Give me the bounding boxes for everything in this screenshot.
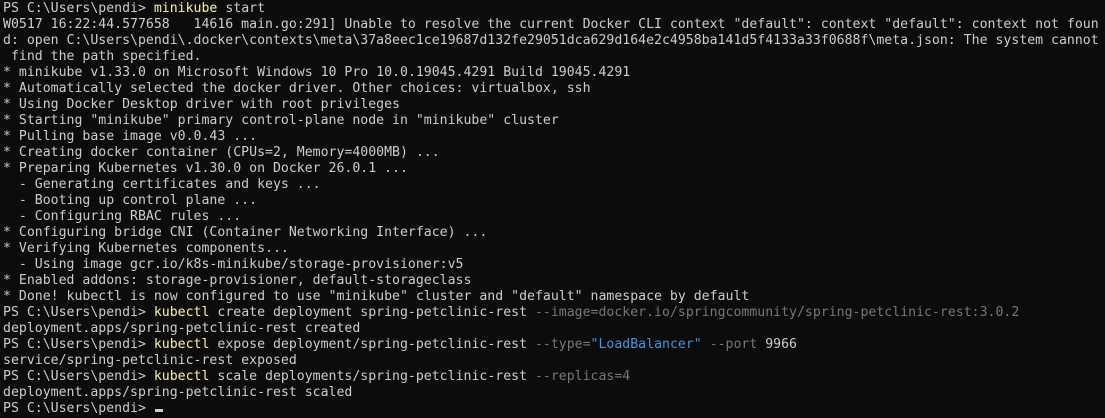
command-name: kubectl [153, 369, 210, 384]
command-flag: --port [701, 337, 766, 352]
command-name: kubectl [153, 305, 210, 320]
output-line: - Booting up control plane ... [3, 193, 258, 208]
output-line: * Preparing Kubernetes v1.30.0 on Docker… [3, 161, 408, 176]
output-line: deployment.apps/spring-petclinic-rest sc… [3, 385, 353, 400]
output-line: * Verifying Kubernetes components... [3, 241, 289, 256]
command-name: minikube [153, 1, 218, 16]
terminal-window[interactable]: PS C:\Users\pendi> minikube start W0517 … [0, 0, 1105, 418]
prompt: PS C:\Users\pendi> [3, 305, 154, 320]
command-flag: --image=docker.io/springcommunity/spring… [534, 305, 1020, 320]
command-args: scale deployments/spring-petclinic-rest [209, 369, 535, 384]
output-line: * Automatically selected the docker driv… [3, 81, 591, 96]
warning-line: d: open C:\Users\pendi\.docker\contexts\… [3, 33, 1099, 48]
warning-line: find the path specified. [3, 49, 202, 64]
output-line: deployment.apps/spring-petclinic-rest cr… [3, 321, 361, 336]
output-line: * Done! kubectl is now configured to use… [3, 289, 750, 304]
command-value: 9966 [765, 337, 797, 352]
command-line-kubectl-scale: PS C:\Users\pendi> kubectl scale deploym… [3, 369, 1105, 385]
command-line-kubectl-create: PS C:\Users\pendi> kubectl create deploy… [3, 305, 1105, 321]
command-flag: --type= [534, 337, 591, 352]
warning-line: W0517 16:22:44.577658 14616 main.go:291]… [3, 17, 1099, 32]
output-line: * Enabled addons: storage-provisioner, d… [3, 273, 472, 288]
output-line: service/spring-petclinic-rest exposed [3, 353, 297, 368]
text-cursor [154, 409, 163, 412]
command-name: kubectl [153, 337, 210, 352]
command-args: start [217, 1, 266, 16]
active-prompt-line[interactable]: PS C:\Users\pendi> [3, 401, 1105, 417]
output-line: * Pulling base image v0.0.43 ... [3, 129, 258, 144]
command-string-value: "LoadBalancer" [590, 337, 702, 352]
prompt: PS C:\Users\pendi> [3, 1, 154, 16]
prompt: PS C:\Users\pendi> [3, 369, 154, 384]
output-line: - Configuring RBAC rules ... [3, 209, 242, 224]
command-line-kubectl-expose: PS C:\Users\pendi> kubectl expose deploy… [3, 337, 1105, 353]
output-line: * Creating docker container (CPUs=2, Mem… [3, 145, 440, 160]
command-args: create deployment spring-petclinic-rest [209, 305, 535, 320]
output-line: - Generating certificates and keys ... [3, 177, 321, 192]
output-line: * minikube v1.33.0 on Microsoft Windows … [3, 65, 631, 80]
command-args: expose deployment/spring-petclinic-rest [209, 337, 535, 352]
output-line: * Using Docker Desktop driver with root … [3, 97, 400, 112]
prompt: PS C:\Users\pendi> [3, 401, 154, 416]
prompt: PS C:\Users\pendi> [3, 337, 154, 352]
output-line: * Starting "minikube" primary control-pl… [3, 113, 559, 128]
output-line: * Configuring bridge CNI (Container Netw… [3, 225, 488, 240]
output-line: - Using image gcr.io/k8s-minikube/storag… [3, 257, 464, 272]
command-line-minikube-start: PS C:\Users\pendi> minikube start [3, 1, 1105, 17]
command-flag: --replicas=4 [534, 369, 631, 384]
